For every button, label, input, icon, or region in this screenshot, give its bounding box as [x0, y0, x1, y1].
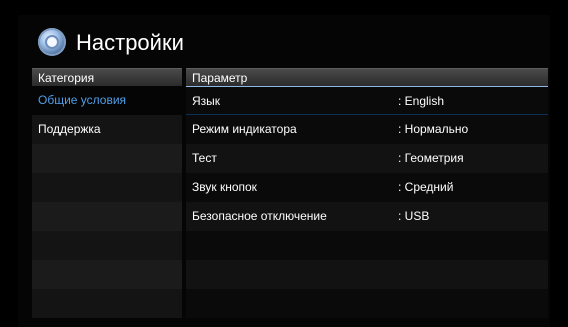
parameter-label: Безопасное отключение	[192, 209, 327, 223]
category-empty-row	[32, 144, 182, 173]
settings-gear-icon	[38, 28, 66, 56]
category-panel: Категория Общие условия Поддержка	[32, 68, 182, 327]
parameter-label: Режим индикатора	[192, 122, 297, 136]
category-empty-row	[32, 260, 182, 289]
parameter-row-button-sound[interactable]: Звук кнопок : Средний	[186, 173, 548, 202]
parameter-label: Тест	[192, 151, 217, 165]
parameter-label: Язык	[192, 94, 221, 108]
category-item-general[interactable]: Общие условия	[32, 86, 182, 115]
parameter-row-test[interactable]: Тест : Геометрия	[186, 144, 548, 173]
settings-screen: Настройки Категория Общие условия Поддер…	[18, 15, 550, 327]
parameter-value: : USB	[398, 209, 430, 223]
header: Настройки	[18, 15, 550, 67]
parameter-row-safe-removal[interactable]: Безопасное отключение : USB	[186, 202, 548, 231]
parameter-empty-row	[186, 289, 548, 318]
parameter-row-indicator-mode[interactable]: Режим индикатора : Нормально	[186, 115, 548, 144]
category-column-header: Категория	[32, 68, 182, 86]
parameter-empty-row	[186, 231, 548, 260]
parameter-empty-row	[186, 260, 548, 289]
page-title: Настройки	[76, 30, 184, 55]
category-empty-row	[32, 231, 182, 260]
category-empty-row	[32, 202, 182, 231]
parameter-value: : English	[398, 94, 445, 108]
category-empty-row	[32, 173, 182, 202]
parameter-panel: Параметр Язык : English Режим индикатора…	[186, 68, 548, 327]
parameter-value: : Геометрия	[398, 151, 464, 165]
category-item-support[interactable]: Поддержка	[32, 115, 182, 144]
parameter-value: : Нормально	[398, 122, 469, 136]
parameter-value: : Средний	[398, 180, 454, 194]
parameter-row-language[interactable]: Язык : English	[186, 86, 548, 115]
parameter-column-header: Параметр	[186, 68, 548, 86]
category-empty-row	[32, 289, 182, 318]
parameter-label: Звук кнопок	[192, 180, 257, 194]
